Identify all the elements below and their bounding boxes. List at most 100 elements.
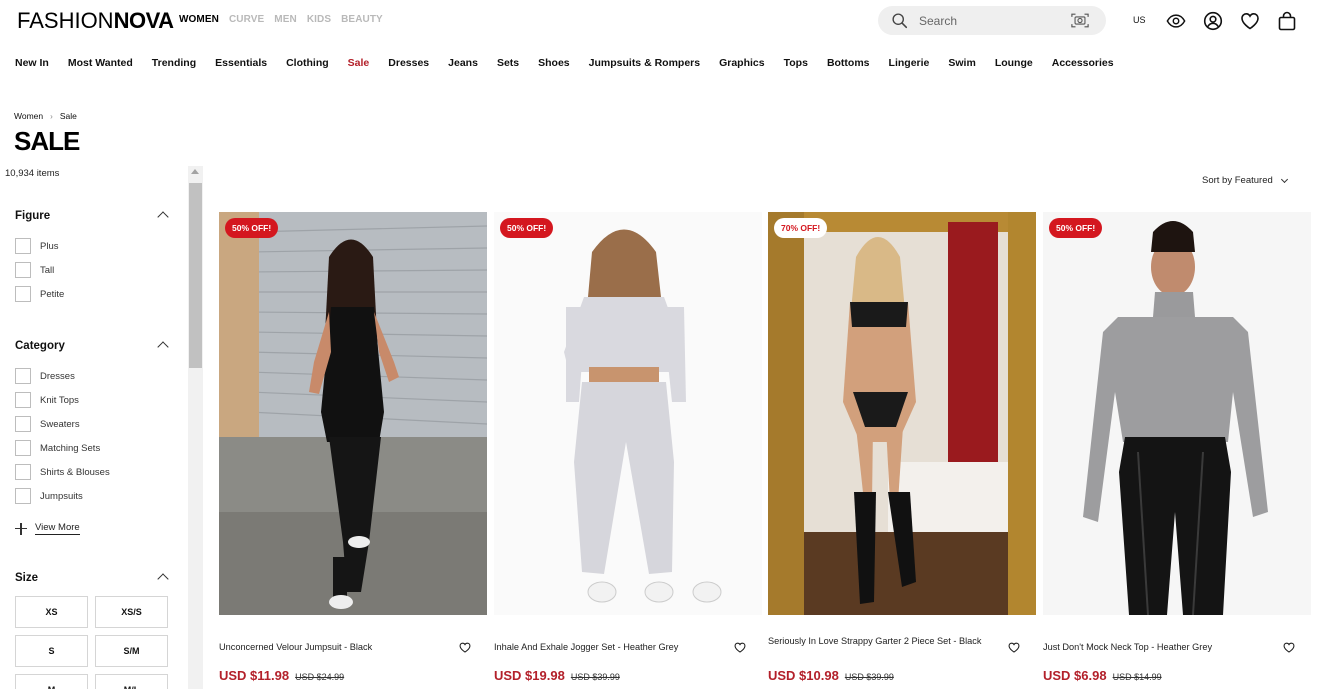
view-more-button[interactable]: View More (15, 522, 80, 535)
filter-option-sweaters[interactable]: Sweaters (15, 416, 80, 432)
tab-kids[interactable]: KIDS (307, 14, 331, 25)
size-m-l-button[interactable]: M/L (95, 674, 168, 689)
checkbox[interactable] (15, 464, 31, 480)
tab-men[interactable]: MEN (274, 14, 297, 25)
chevron-up-icon[interactable] (157, 341, 169, 353)
discount-badge: 50% OFF! (1049, 218, 1103, 238)
filter-option-jumpsuits[interactable]: Jumpsuits (15, 488, 83, 504)
product-image[interactable]: 70% OFF! (768, 212, 1036, 615)
filter-option-matching-sets[interactable]: Matching Sets (15, 440, 100, 456)
nav-accessories[interactable]: Accessories (1052, 57, 1114, 69)
discount-badge: 70% OFF! (774, 218, 828, 238)
sort-label: Sort by Featured (1202, 175, 1273, 186)
checkbox[interactable] (15, 262, 31, 278)
nav-new-in[interactable]: New In (15, 57, 49, 69)
checkbox[interactable] (15, 392, 31, 408)
original-price: USD $39.99 (570, 672, 620, 682)
department-tabs: WOMEN CURVE MEN KIDS BEAUTY (179, 14, 383, 25)
nav-essentials[interactable]: Essentials (215, 57, 267, 69)
nav-jumpsuits-rompers[interactable]: Jumpsuits & Rompers (589, 57, 700, 69)
product-name[interactable]: Just Don't Mock Neck Top - Heather Grey (1043, 641, 1263, 654)
filter-category-title[interactable]: Category (15, 340, 65, 352)
nav-sale[interactable]: Sale (348, 57, 370, 69)
wishlist-heart-icon[interactable] (1283, 642, 1295, 653)
scroll-up-arrow-icon[interactable] (191, 169, 199, 174)
product-image[interactable]: 50% OFF! (1043, 212, 1311, 615)
breadcrumb-women[interactable]: Women (14, 111, 43, 121)
option-label: Shirts & Blouses (40, 466, 110, 478)
tab-curve[interactable]: CURVE (229, 14, 264, 25)
checkbox[interactable] (15, 488, 31, 504)
option-label: Jumpsuits (40, 490, 83, 502)
option-label: Tall (40, 264, 55, 276)
category-nav: New In Most Wanted Trending Essentials C… (15, 57, 1133, 69)
nav-sets[interactable]: Sets (497, 57, 519, 69)
nav-most-wanted[interactable]: Most Wanted (68, 57, 133, 69)
search-bar[interactable]: Search (878, 6, 1106, 35)
product-image[interactable]: 50% OFF! (494, 212, 762, 615)
product-name[interactable]: Seriously In Love Strappy Garter 2 Piece… (768, 635, 988, 648)
product-price: USD $19.98 USD $39.99 (494, 668, 620, 683)
size-xs-s-button[interactable]: XS/S (95, 596, 168, 628)
nav-lounge[interactable]: Lounge (995, 57, 1033, 69)
search-input[interactable]: Search (919, 14, 957, 28)
chevron-down-icon (1280, 175, 1288, 183)
nav-trending[interactable]: Trending (152, 57, 196, 69)
option-label: Knit Tops (40, 394, 79, 406)
filter-size-title[interactable]: Size (15, 572, 38, 584)
camera-search-icon[interactable] (1071, 12, 1089, 29)
heart-icon[interactable] (1240, 11, 1260, 31)
checkbox[interactable] (15, 286, 31, 302)
filter-option-petite[interactable]: Petite (15, 286, 64, 302)
product-name[interactable]: Unconcerned Velour Jumpsuit - Black (219, 641, 439, 654)
scrollbar-thumb[interactable] (189, 183, 202, 368)
size-s-m-button[interactable]: S/M (95, 635, 168, 667)
checkbox[interactable] (15, 440, 31, 456)
nav-lingerie[interactable]: Lingerie (889, 57, 930, 69)
sale-price: USD $19.98 (494, 668, 565, 683)
option-label: Petite (40, 288, 65, 300)
sort-dropdown[interactable]: Sort by Featured (1202, 175, 1288, 186)
checkbox[interactable] (15, 238, 31, 254)
nav-graphics[interactable]: Graphics (719, 57, 765, 69)
filter-figure-title[interactable]: Figure (15, 210, 50, 222)
nav-bottoms[interactable]: Bottoms (827, 57, 870, 69)
chevron-up-icon[interactable] (157, 211, 169, 223)
account-icon[interactable] (1203, 11, 1223, 31)
product-name[interactable]: Inhale And Exhale Jogger Set - Heather G… (494, 641, 714, 654)
view-more-label: View More (35, 522, 80, 535)
filter-option-shirts-blouses[interactable]: Shirts & Blouses (15, 464, 110, 480)
filter-option-dresses[interactable]: Dresses (15, 368, 75, 384)
region-selector[interactable]: US (1133, 15, 1146, 25)
product-image[interactable]: 50% OFF! (219, 212, 487, 615)
checkbox[interactable] (15, 368, 31, 384)
tab-beauty[interactable]: BEAUTY (341, 14, 383, 25)
filter-option-plus[interactable]: Plus (15, 238, 58, 254)
filter-option-knit-tops[interactable]: Knit Tops (15, 392, 79, 408)
fashion-nova-logo[interactable]: FASHIONNOVA (17, 9, 174, 33)
wishlist-heart-icon[interactable] (734, 642, 746, 653)
checkbox[interactable] (15, 416, 31, 432)
size-s-button[interactable]: S (15, 635, 88, 667)
tab-women[interactable]: WOMEN (179, 14, 219, 25)
wishlist-heart-icon[interactable] (1008, 642, 1020, 653)
sale-price: USD $6.98 (1043, 668, 1107, 683)
size-m-button[interactable]: M (15, 674, 88, 689)
nav-dresses[interactable]: Dresses (388, 57, 429, 69)
page-title: SALE (14, 126, 80, 156)
nav-shoes[interactable]: Shoes (538, 57, 570, 69)
wishlist-heart-icon[interactable] (459, 642, 471, 653)
sale-price: USD $10.98 (768, 668, 839, 683)
nav-tops[interactable]: Tops (784, 57, 808, 69)
nav-swim[interactable]: Swim (948, 57, 975, 69)
nav-jeans[interactable]: Jeans (448, 57, 478, 69)
plus-icon (15, 522, 27, 535)
original-price: USD $39.99 (844, 672, 894, 682)
nav-clothing[interactable]: Clothing (286, 57, 329, 69)
filter-option-tall[interactable]: Tall (15, 262, 54, 278)
eye-icon[interactable] (1166, 11, 1186, 31)
size-xs-button[interactable]: XS (15, 596, 88, 628)
search-icon (892, 13, 908, 29)
chevron-up-icon[interactable] (157, 573, 169, 585)
bag-icon[interactable] (1277, 11, 1297, 31)
